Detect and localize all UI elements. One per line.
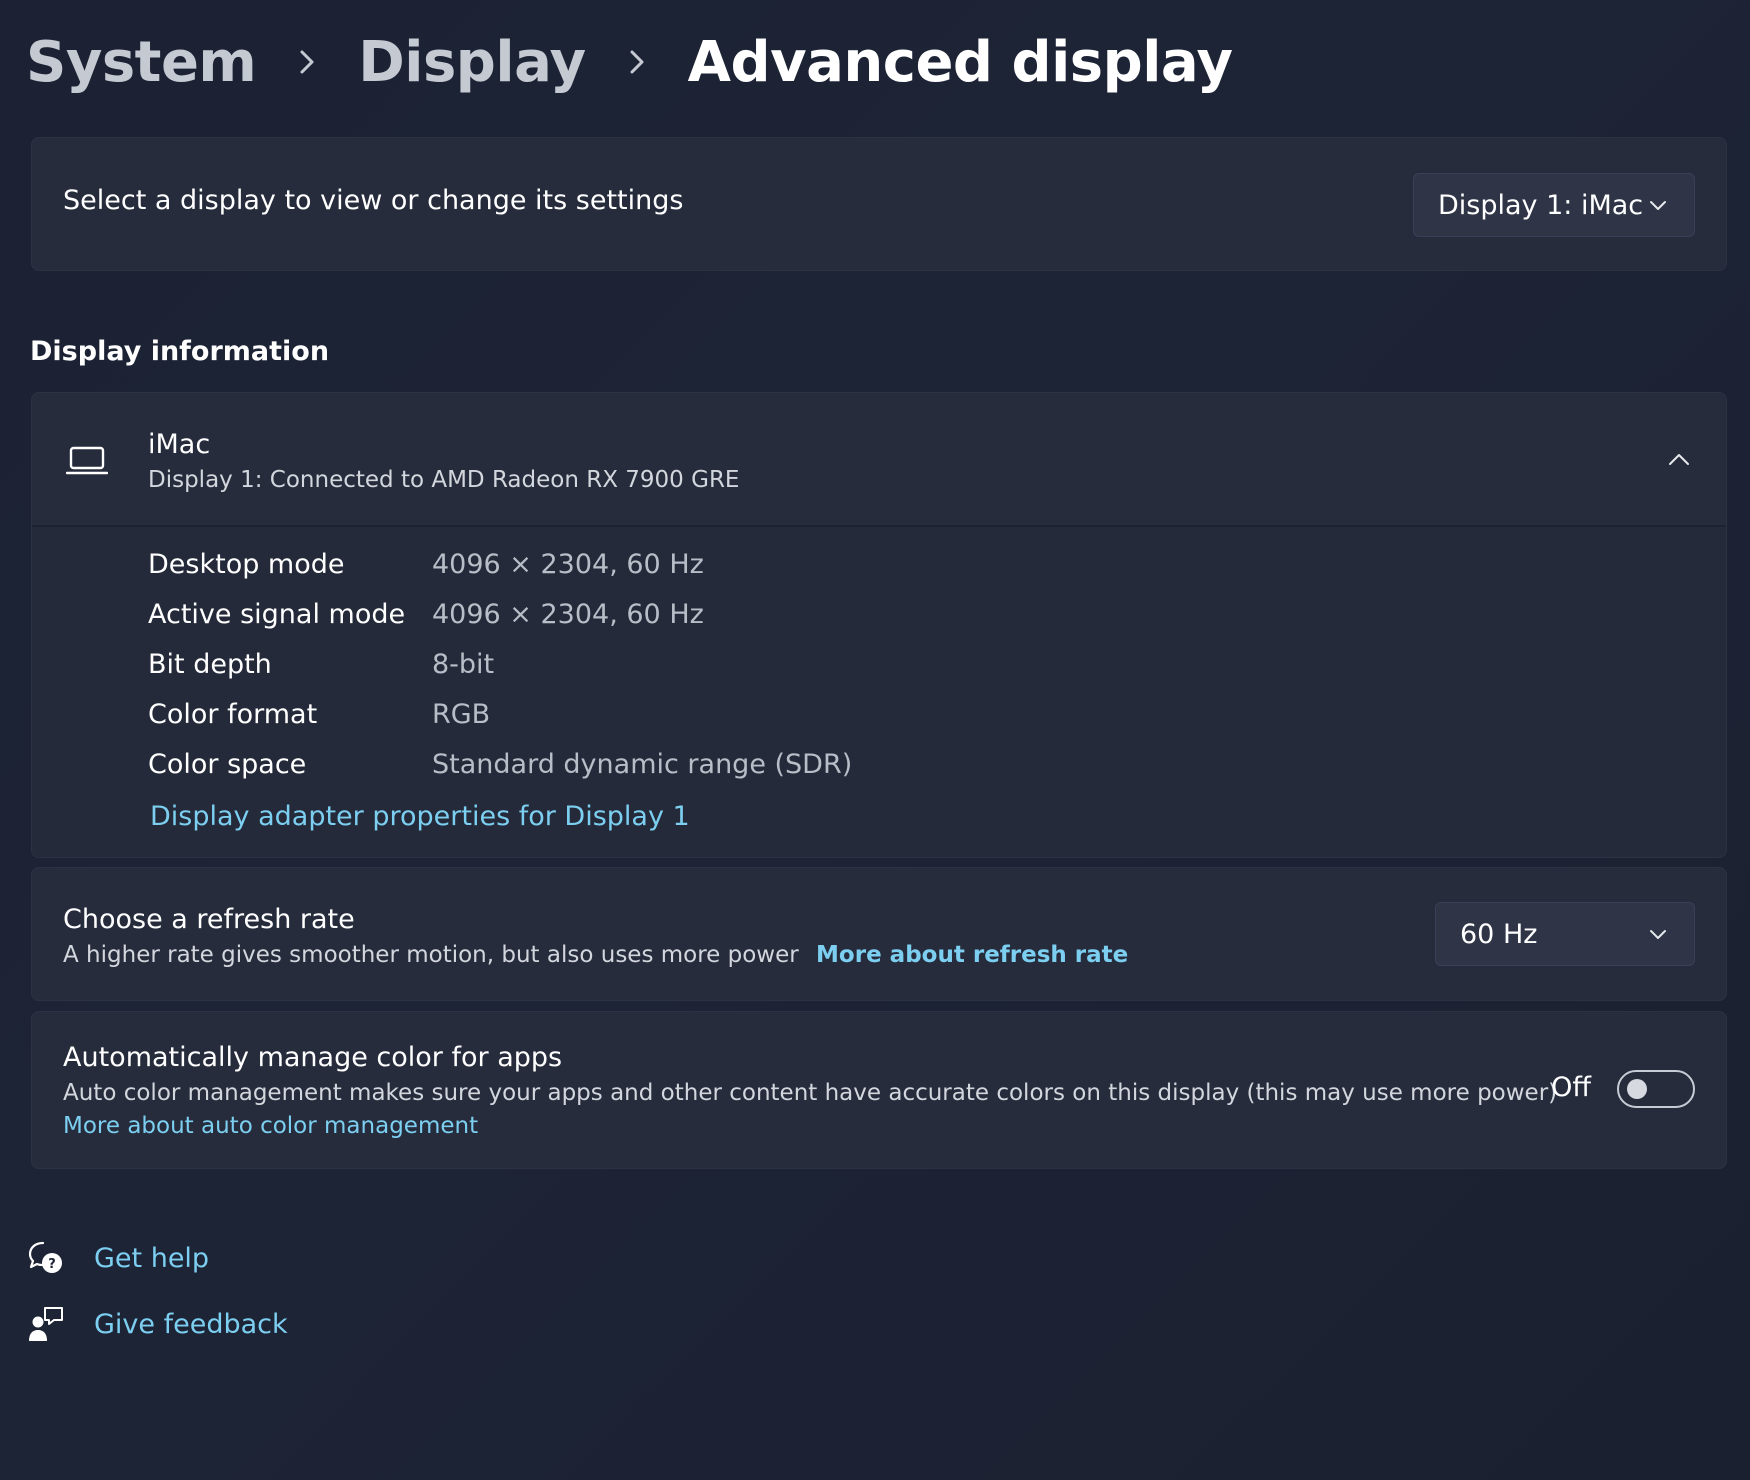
spec-label-color-format: Color format [148,699,318,730]
chevron-right-icon [280,35,334,89]
auto-color-toggle[interactable] [1617,1070,1695,1108]
spec-label-active-signal-mode: Active signal mode [148,599,406,630]
auto-color-title: Automatically manage color for apps [63,1042,563,1073]
chevron-down-icon [1646,193,1670,217]
feedback-person-icon [26,1304,66,1344]
display-select-dropdown[interactable]: Display 1: iMac [1413,173,1695,237]
spec-label-bit-depth: Bit depth [148,649,272,680]
display-information-header[interactable]: iMac Display 1: Connected to AMD Radeon … [32,393,1726,527]
auto-color-state-label: Off [1551,1072,1591,1103]
refresh-rate-value: 60 Hz [1460,918,1538,950]
give-feedback-label: Give feedback [94,1308,288,1340]
display-information-details: Desktop mode 4096 × 2304, 60 Hz Active s… [32,527,1726,857]
auto-color-card: Automatically manage color for apps Auto… [31,1011,1727,1169]
display-select-value: Display 1: iMac [1438,189,1644,221]
breadcrumb-system[interactable]: System [26,30,257,95]
more-about-auto-color-link[interactable]: More about auto color management [63,1113,478,1139]
select-display-card: Select a display to view or change its s… [31,137,1727,271]
refresh-rate-dropdown[interactable]: 60 Hz [1435,902,1695,966]
more-about-refresh-rate-link[interactable]: More about refresh rate [816,942,1128,968]
auto-color-description: Auto color management makes sure your ap… [63,1080,1558,1106]
breadcrumb: System Display Advanced display [26,22,1233,102]
display-adapter-properties-link[interactable]: Display adapter properties for Display 1 [150,801,690,832]
display-device-name: iMac [148,429,211,460]
help-chat-icon: ? [26,1238,66,1278]
select-display-label: Select a display to view or change its s… [63,185,684,216]
svg-text:?: ? [48,1257,56,1272]
spec-value-color-space: Standard dynamic range (SDR) [432,749,853,780]
breadcrumb-display[interactable]: Display [358,30,586,95]
page-title: Advanced display [687,29,1233,95]
get-help-label: Get help [94,1242,210,1274]
refresh-rate-description-text: A higher rate gives smoother motion, but… [63,942,799,968]
spec-value-bit-depth: 8-bit [432,649,495,680]
spec-label-color-space: Color space [148,749,307,780]
refresh-rate-card: Choose a refresh rate A higher rate give… [31,867,1727,1001]
display-information-heading: Display information [30,336,330,367]
get-help-link[interactable]: ? Get help [26,1236,209,1280]
spec-value-desktop-mode: 4096 × 2304, 60 Hz [432,549,704,580]
chevron-down-icon [1646,922,1670,946]
toggle-knob [1627,1079,1647,1099]
spec-value-color-format: RGB [432,699,491,730]
spec-label-desktop-mode: Desktop mode [148,549,345,580]
display-information-card: iMac Display 1: Connected to AMD Radeon … [31,392,1727,858]
chevron-right-icon [610,35,664,89]
chevron-up-icon[interactable] [1666,447,1692,473]
refresh-rate-description: A higher rate gives smoother motion, but… [63,942,1128,968]
display-connection-info: Display 1: Connected to AMD Radeon RX 79… [148,467,740,493]
spec-value-active-signal-mode: 4096 × 2304, 60 Hz [432,599,704,630]
refresh-rate-title: Choose a refresh rate [63,904,355,935]
laptop-icon [65,445,109,477]
give-feedback-link[interactable]: Give feedback [26,1302,288,1346]
